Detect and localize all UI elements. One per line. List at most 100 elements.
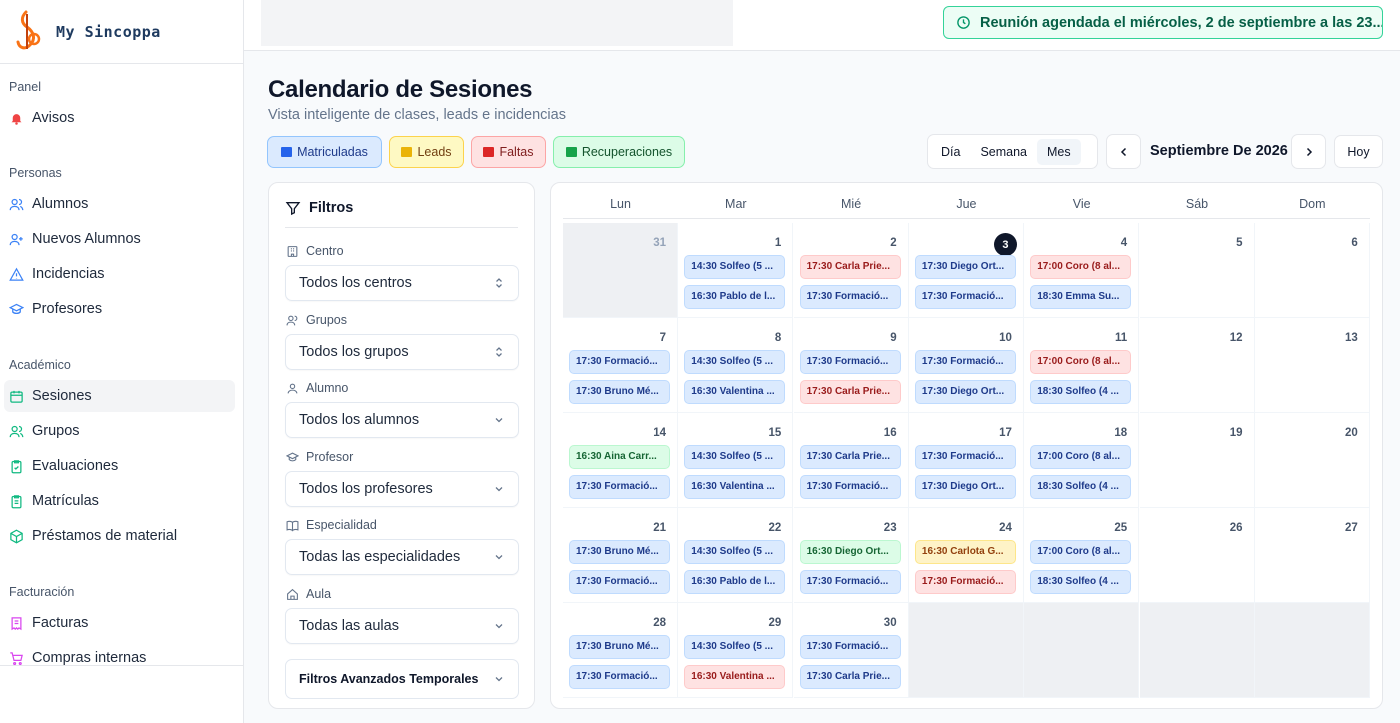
day-cell[interactable] bbox=[1139, 603, 1255, 698]
session-event[interactable]: 17:30 Formació... bbox=[914, 570, 1016, 594]
day-cell[interactable]: 25 17:00 Coro (8 al... 18:30 Solfeo (4 ... bbox=[1024, 508, 1140, 603]
session-event[interactable]: 14:30 Solfeo (5 ... bbox=[684, 635, 786, 659]
select-grupos[interactable]: Todos los grupos bbox=[285, 334, 519, 370]
day-cell[interactable]: 14 16:30 Aina Carr... 17:30 Formació... bbox=[563, 413, 678, 508]
sidebar-item-matriculas[interactable]: Matrículas bbox=[0, 485, 244, 517]
session-event[interactable]: 14:30 Solfeo (5 ... bbox=[684, 255, 786, 279]
select-especialidad[interactable]: Todas las especialidades bbox=[285, 539, 519, 575]
session-event[interactable]: 17:00 Coro (8 al... bbox=[1030, 350, 1132, 374]
sidebar-item-alumnos[interactable]: Alumnos bbox=[0, 188, 244, 220]
day-cell[interactable] bbox=[1254, 603, 1370, 698]
day-cell[interactable]: 30 17:30 Formació... 17:30 Carla Prie... bbox=[793, 603, 909, 698]
legend-chip-faltas[interactable]: Faltas bbox=[471, 136, 546, 168]
day-cell[interactable]: 29 14:30 Solfeo (5 ... 16:30 Valentina ... bbox=[678, 603, 794, 698]
session-event[interactable]: 16:30 Diego Ort... bbox=[799, 540, 901, 564]
session-event[interactable]: 17:30 Carla Prie... bbox=[799, 665, 901, 689]
next-month-button[interactable] bbox=[1291, 134, 1326, 169]
day-cell[interactable]: 24 16:30 Carlota G... 17:30 Formació... bbox=[908, 508, 1024, 603]
view-dia-button[interactable]: Día bbox=[931, 139, 970, 165]
sidebar-item-facturas[interactable]: Facturas bbox=[0, 607, 244, 639]
session-event[interactable]: 17:00 Coro (8 al... bbox=[1030, 540, 1132, 564]
sidebar-item-avisos[interactable]: Avisos bbox=[0, 102, 244, 134]
day-cell[interactable]: 18 17:00 Coro (8 al... 18:30 Solfeo (4 ... bbox=[1024, 413, 1140, 508]
session-event[interactable]: 17:30 Bruno Mé... bbox=[569, 380, 670, 404]
session-event[interactable]: 18:30 Solfeo (4 ... bbox=[1030, 475, 1132, 499]
view-mes-button[interactable]: Mes bbox=[1037, 138, 1081, 165]
day-cell[interactable]: 20 bbox=[1254, 413, 1370, 508]
sidebar-item-compras-internas[interactable]: Compras internas bbox=[0, 642, 244, 674]
session-event[interactable]: 17:00 Coro (8 al... bbox=[1030, 255, 1132, 279]
select-centro[interactable]: Todos los centros bbox=[285, 265, 519, 301]
session-event[interactable]: 17:30 Formació... bbox=[799, 475, 901, 499]
advanced-filters-toggle[interactable]: Filtros Avanzados Temporales bbox=[285, 659, 519, 699]
day-cell[interactable] bbox=[1024, 603, 1140, 698]
day-cell[interactable]: 28 17:30 Bruno Mé... 17:30 Formació... bbox=[563, 603, 678, 698]
day-cell[interactable]: 27 bbox=[1254, 508, 1370, 603]
session-event[interactable]: 14:30 Solfeo (5 ... bbox=[684, 350, 786, 374]
select-alumno[interactable]: Todos los alumnos bbox=[285, 402, 519, 438]
session-event[interactable]: 17:30 Formació... bbox=[799, 570, 901, 594]
day-cell[interactable]: 5 bbox=[1139, 223, 1255, 318]
brand[interactable]: My Sincoppa bbox=[0, 0, 243, 64]
session-event[interactable]: 17:30 Carla Prie... bbox=[799, 445, 901, 469]
today-button[interactable]: Hoy bbox=[1334, 135, 1383, 168]
session-event[interactable]: 17:30 Formació... bbox=[914, 445, 1016, 469]
session-event[interactable]: 17:30 Bruno Mé... bbox=[569, 540, 670, 564]
day-cell[interactable]: 13 bbox=[1254, 318, 1370, 413]
day-cell[interactable]: 12 bbox=[1139, 318, 1255, 413]
day-cell[interactable]: 21 17:30 Bruno Mé... 17:30 Formació... bbox=[563, 508, 678, 603]
day-cell[interactable]: 23 16:30 Diego Ort... 17:30 Formació... bbox=[793, 508, 909, 603]
day-cell[interactable]: 17 17:30 Formació... 17:30 Diego Ort... bbox=[908, 413, 1024, 508]
session-event[interactable]: 18:30 Emma Su... bbox=[1030, 285, 1132, 309]
day-cell[interactable]: 4 17:00 Coro (8 al... 18:30 Emma Su... bbox=[1024, 223, 1140, 318]
session-event[interactable]: 14:30 Solfeo (5 ... bbox=[684, 445, 786, 469]
day-cell[interactable]: 31 bbox=[563, 223, 678, 318]
session-event[interactable]: 17:30 Formació... bbox=[914, 350, 1016, 374]
sidebar-item-sesiones[interactable]: Sesiones bbox=[4, 380, 235, 412]
session-event[interactable]: 17:30 Formació... bbox=[569, 665, 670, 689]
legend-chip-leads[interactable]: Leads bbox=[389, 136, 464, 168]
session-event[interactable]: 17:30 Carla Prie... bbox=[799, 380, 901, 404]
day-cell[interactable]: 7 17:30 Formació... 17:30 Bruno Mé... bbox=[563, 318, 678, 413]
select-profesor[interactable]: Todos los profesores bbox=[285, 471, 519, 507]
day-cell[interactable]: 9 17:30 Formació... 17:30 Carla Prie... bbox=[793, 318, 909, 413]
day-cell[interactable]: 19 bbox=[1139, 413, 1255, 508]
session-event[interactable]: 16:30 Valentina ... bbox=[684, 665, 786, 689]
sidebar-item-evaluaciones[interactable]: Evaluaciones bbox=[0, 450, 244, 482]
session-event[interactable]: 16:30 Valentina ... bbox=[684, 380, 786, 404]
notification-toast[interactable]: Reunión agendada el miércoles, 2 de sept… bbox=[943, 6, 1383, 39]
view-semana-button[interactable]: Semana bbox=[970, 139, 1037, 165]
session-event[interactable]: 17:30 Formació... bbox=[914, 285, 1016, 309]
day-cell[interactable]: 3 17:30 Diego Ort... 17:30 Formació... bbox=[908, 223, 1024, 318]
session-event[interactable]: 17:30 Diego Ort... bbox=[914, 475, 1016, 499]
legend-chip-matriculadas[interactable]: Matriculadas bbox=[267, 136, 382, 168]
session-event[interactable]: 17:30 Formació... bbox=[569, 475, 670, 499]
session-event[interactable]: 17:00 Coro (8 al... bbox=[1030, 445, 1132, 469]
session-event[interactable]: 17:30 Formació... bbox=[799, 350, 901, 374]
session-event[interactable]: 14:30 Solfeo (5 ... bbox=[684, 540, 786, 564]
prev-month-button[interactable] bbox=[1106, 134, 1141, 169]
day-cell[interactable]: 11 17:00 Coro (8 al... 18:30 Solfeo (4 ... bbox=[1024, 318, 1140, 413]
session-event[interactable]: 17:30 Formació... bbox=[799, 285, 901, 309]
session-event[interactable]: 17:30 Formació... bbox=[569, 350, 670, 374]
day-cell[interactable]: 10 17:30 Formació... 17:30 Diego Ort... bbox=[908, 318, 1024, 413]
session-event[interactable]: 16:30 Valentina ... bbox=[684, 475, 786, 499]
legend-chip-recuperaciones[interactable]: Recuperaciones bbox=[553, 136, 685, 168]
session-event[interactable]: 16:30 Carlota G... bbox=[914, 540, 1016, 564]
day-cell[interactable]: 15 14:30 Solfeo (5 ... 16:30 Valentina ... bbox=[678, 413, 794, 508]
sidebar-item-incidencias[interactable]: Incidencias bbox=[0, 258, 244, 290]
session-event[interactable]: 16:30 Pablo de l... bbox=[684, 285, 786, 309]
day-cell[interactable]: 8 14:30 Solfeo (5 ... 16:30 Valentina ... bbox=[678, 318, 794, 413]
select-aula[interactable]: Todas las aulas bbox=[285, 608, 519, 644]
session-event[interactable]: 17:30 Formació... bbox=[799, 635, 901, 659]
sidebar-item-profesores[interactable]: Profesores bbox=[0, 293, 244, 325]
sidebar-item-nuevos-alumnos[interactable]: Nuevos Alumnos bbox=[0, 223, 244, 255]
day-cell[interactable]: 16 17:30 Carla Prie... 17:30 Formació... bbox=[793, 413, 909, 508]
session-event[interactable]: 17:30 Formació... bbox=[569, 570, 670, 594]
day-cell[interactable]: 1 14:30 Solfeo (5 ... 16:30 Pablo de l... bbox=[678, 223, 794, 318]
session-event[interactable]: 17:30 Carla Prie... bbox=[799, 255, 901, 279]
day-cell[interactable]: 22 14:30 Solfeo (5 ... 16:30 Pablo de l... bbox=[678, 508, 794, 603]
sidebar-item-grupos[interactable]: Grupos bbox=[0, 415, 244, 447]
day-cell[interactable]: 6 bbox=[1254, 223, 1370, 318]
session-event[interactable]: 16:30 Pablo de l... bbox=[684, 570, 786, 594]
